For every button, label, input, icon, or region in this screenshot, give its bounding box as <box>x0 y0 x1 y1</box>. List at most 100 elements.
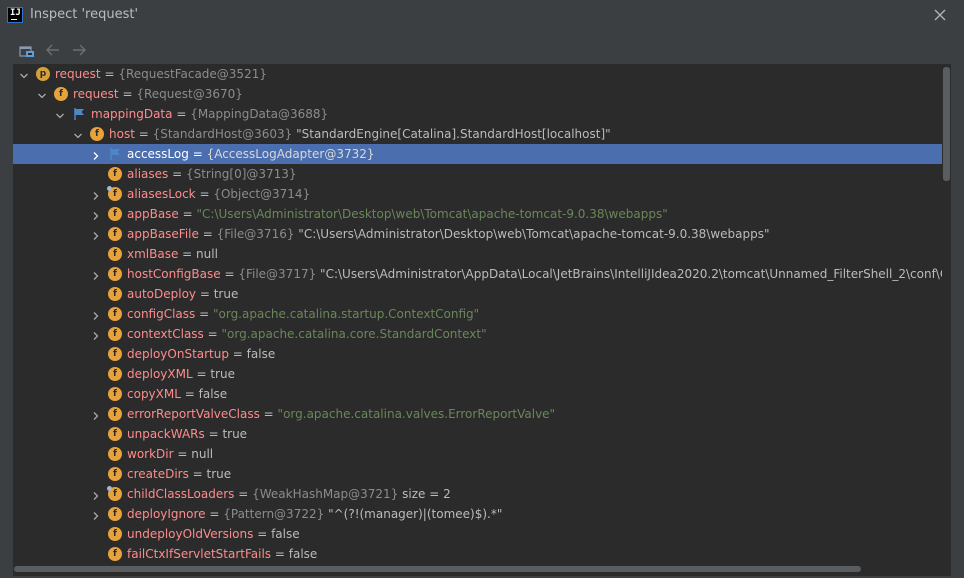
variable-name: unpackWARs <box>127 427 205 441</box>
variable-value: "org.apache.catalina.core.StandardContex… <box>221 327 487 341</box>
object-reference: {Object@3714} <box>213 187 311 201</box>
vertical-scrollbar-thumb[interactable] <box>943 67 950 181</box>
tree-row[interactable]: f failCtxIfServletStartFails = false <box>13 544 951 564</box>
chevron-right-icon[interactable] <box>90 228 102 240</box>
variable-value: "org.apache.catalina.startup.ContextConf… <box>212 307 480 321</box>
tree-row[interactable]: f aliases = {String[0]@3713} <box>13 164 951 184</box>
field-icon: f <box>107 186 122 201</box>
tree-row[interactable]: f autoDeploy = true <box>13 284 951 304</box>
chevron-right-icon[interactable] <box>90 328 102 340</box>
variable-name: autoDeploy <box>127 287 197 301</box>
equals-sign: = <box>253 527 272 541</box>
back-arrow-icon[interactable] <box>43 40 63 60</box>
equals-sign: = <box>204 427 223 441</box>
tree-row-text: appBase = "C:\Users\Administrator\Deskto… <box>127 204 668 224</box>
tree-row[interactable]: f deployXML = true <box>13 364 951 384</box>
equals-sign: = <box>188 467 207 481</box>
variable-value: false <box>246 347 276 361</box>
chevron-right-icon[interactable] <box>90 148 102 160</box>
tree-row[interactable]: f childClassLoaders = {WeakHashMap@3721} … <box>13 484 951 504</box>
variable-name: aliasesLock <box>127 187 196 201</box>
tree-row[interactable]: f deployOnStartup = false <box>13 344 951 364</box>
tree-row[interactable]: f configClass = "org.apache.catalina.star… <box>13 304 951 324</box>
variable-name: deployXML <box>127 367 193 381</box>
equals-sign: = <box>172 107 191 121</box>
variable-name: appBase <box>127 207 179 221</box>
horizontal-scrollbar-thumb[interactable] <box>14 566 861 572</box>
variable-value: false <box>198 387 228 401</box>
chevron-down-icon[interactable] <box>18 68 30 80</box>
chevron-right-icon[interactable] <box>90 488 102 500</box>
tree-row[interactable]: f copyXML = false <box>13 384 951 404</box>
tree-row-text: deployIgnore = {Pattern@3722} "^(?!(mana… <box>127 504 502 524</box>
window-title: Inspect 'request' <box>30 7 139 22</box>
object-reference: {WeakHashMap@3721} <box>252 487 399 501</box>
chevron-right-icon[interactable] <box>90 508 102 520</box>
tree-row[interactable]: f contextClass = "org.apache.catalina.cor… <box>13 324 951 344</box>
object-reference: {Pattern@3722} <box>223 507 325 521</box>
field-icon: f <box>108 527 122 541</box>
title-bar: IJ Inspect 'request' <box>0 0 964 30</box>
field-icon: f <box>108 407 122 421</box>
equals-sign: = <box>195 187 214 201</box>
tree-row[interactable]: f host = {StandardHost@3603} "StandardEng… <box>13 124 951 144</box>
tree-row[interactable]: f deployIgnore = {Pattern@3722} "^(?!(man… <box>13 504 951 524</box>
variable-value: "StandardEngine[Catalina].StandardHost[l… <box>296 127 611 141</box>
tree-row-text: accessLog = {AccessLogAdapter@3732} <box>127 144 375 164</box>
flag-field-icon <box>72 107 86 121</box>
object-reference: {StandardHost@3603} <box>152 127 293 141</box>
tree-row[interactable]: f errorReportValveClass = "org.apache.cat… <box>13 404 951 424</box>
field-icon: f <box>108 327 122 341</box>
chevron-down-icon[interactable] <box>72 128 84 140</box>
tree-row[interactable]: p request = {RequestFacade@3521} <box>13 64 951 84</box>
tree-row[interactable]: f createDirs = true <box>13 464 951 484</box>
object-reference: {File@3716} <box>216 227 295 241</box>
variable-value: "org.apache.catalina.valves.ErrorReportV… <box>277 407 556 421</box>
chevron-down-icon[interactable] <box>54 108 66 120</box>
tree-row[interactable]: f xmlBase = null <box>13 244 951 264</box>
equals-sign: = <box>196 287 214 301</box>
chevron-right-icon[interactable] <box>90 308 102 320</box>
tree-row[interactable]: f appBaseFile = {File@3716} "C:\Users\Adm… <box>13 224 951 244</box>
chevron-down-icon[interactable] <box>36 88 48 100</box>
chevron-right-icon[interactable] <box>90 208 102 220</box>
tree-row[interactable]: f request = {Request@3670} <box>13 84 951 104</box>
tree-row[interactable]: f appBase = "C:\Users\Administrator\Deskt… <box>13 204 951 224</box>
variable-name: host <box>109 127 135 141</box>
equals-sign: = <box>134 127 153 141</box>
tree-row-text: failCtxIfServletStartFails = false <box>127 544 317 564</box>
tree-row-text: childClassLoaders = {WeakHashMap@3721} s… <box>127 484 451 504</box>
tree-row[interactable]: mappingData = {MappingData@3688} <box>13 104 951 124</box>
tree-row[interactable]: accessLog = {AccessLogAdapter@3732} <box>13 144 951 164</box>
field-icon: f <box>90 127 104 141</box>
equals-sign: = <box>234 487 253 501</box>
variable-value: null <box>191 447 214 461</box>
tree-row[interactable]: f aliasesLock = {Object@3714} <box>13 184 951 204</box>
chevron-right-icon[interactable] <box>90 188 102 200</box>
forward-arrow-icon[interactable] <box>69 40 89 60</box>
new-watch-icon[interactable] <box>17 40 37 60</box>
variable-name: mappingData <box>91 107 173 121</box>
field-icon: f <box>108 507 122 521</box>
tree-row[interactable]: f hostConfigBase = {File@3717} "C:\Users\… <box>13 264 951 284</box>
tree-row[interactable]: f unpackWARs = true <box>13 424 951 444</box>
variable-name: request <box>73 87 119 101</box>
tree-row-text: copyXML = false <box>127 384 227 404</box>
variable-value: size = 2 <box>402 487 451 501</box>
equals-sign: = <box>188 147 207 161</box>
equals-sign: = <box>192 367 211 381</box>
tree-row-text: request = {Request@3670} <box>73 84 243 104</box>
flag-field-icon <box>108 147 122 161</box>
tree-row[interactable]: f workDir = null <box>13 444 951 464</box>
equals-sign: = <box>180 387 199 401</box>
tree-row-text: unpackWARs = true <box>127 424 247 444</box>
variable-value: "C:\Users\Administrator\AppData\Local\Je… <box>320 267 951 281</box>
field-icon: f <box>108 207 122 221</box>
chevron-right-icon[interactable] <box>90 408 102 420</box>
chevron-right-icon[interactable] <box>90 268 102 280</box>
equals-sign: = <box>198 227 217 241</box>
object-reference: {File@3717} <box>238 267 317 281</box>
variables-tree[interactable]: p request = {RequestFacade@3521} f request … <box>13 64 951 564</box>
tree-row[interactable]: f undeployOldVersions = false <box>13 524 951 544</box>
close-icon[interactable] <box>930 5 950 25</box>
